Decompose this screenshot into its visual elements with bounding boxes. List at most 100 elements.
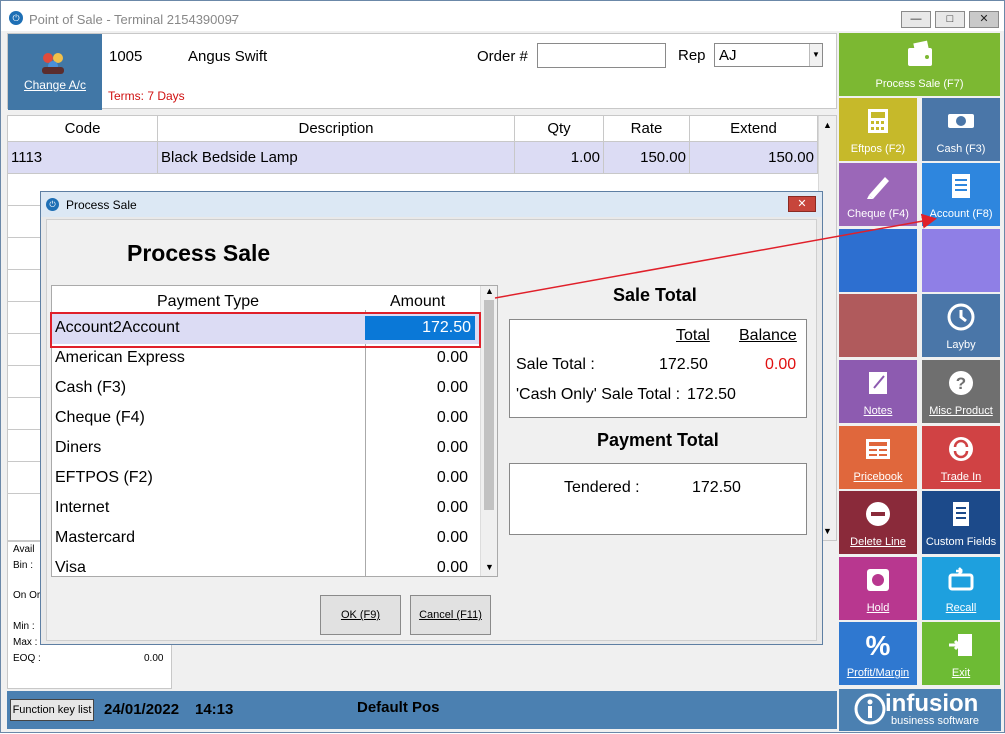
dialog-title: Process Sale xyxy=(66,198,137,212)
chevron-up-icon[interactable]: ▲ xyxy=(485,286,494,296)
max-label: Max : xyxy=(13,637,38,648)
payment-row[interactable]: Diners 0.00 xyxy=(52,434,480,464)
account-code: 1005 xyxy=(109,48,143,65)
account-header: Change A/c 1005 Angus Swift Terms: 7 Day… xyxy=(7,33,837,110)
blank-tile[interactable] xyxy=(922,229,1000,292)
table-row[interactable]: 1113 Black Bedside Lamp 1.00 150.00 150.… xyxy=(8,142,818,174)
cheque-tile[interactable]: Cheque (F4) xyxy=(839,163,917,226)
grid-line xyxy=(8,301,41,302)
sale-total-heading: Sale Total xyxy=(613,285,697,305)
clock-icon xyxy=(947,303,975,331)
payment-row[interactable]: Cheque (F4) 0.00 xyxy=(52,404,480,434)
cash-tile[interactable]: Cash (F3) xyxy=(922,98,1000,161)
payment-row[interactable]: Internet 0.00 xyxy=(52,494,480,524)
payment-table-scrollbar[interactable]: ▲ ▼ xyxy=(480,286,497,576)
payment-row[interactable]: Mastercard 0.00 xyxy=(52,524,480,554)
ok-button-label: OK (F9) xyxy=(340,609,381,621)
dialog-heading: Process Sale xyxy=(127,240,271,266)
payment-name: Cash (F3) xyxy=(55,379,127,396)
cheque-label: Cheque (F4) xyxy=(847,208,909,220)
grid-line xyxy=(8,429,41,430)
dialog-close-button[interactable]: ✕ xyxy=(788,196,816,212)
cash-only-value: 172.50 xyxy=(687,386,736,403)
blank-tile[interactable] xyxy=(839,294,917,357)
payment-total-box: Tendered : 172.50 xyxy=(509,463,807,535)
chevron-up-icon[interactable]: ▲ xyxy=(823,120,832,130)
min-label: Min : xyxy=(13,621,35,632)
notepad-icon xyxy=(869,372,887,394)
order-label: Order # xyxy=(477,48,528,65)
custom-fields-tile[interactable]: Custom Fields xyxy=(922,491,1000,554)
payment-amount: 0.00 xyxy=(436,409,468,426)
pen-icon xyxy=(867,177,889,199)
cash-label: Cash (F3) xyxy=(936,143,986,155)
chevron-down-icon[interactable]: ▼ xyxy=(823,526,832,536)
recall-tile[interactable]: Recall xyxy=(922,557,1000,620)
hold-label: Hold xyxy=(866,602,890,614)
account-tile[interactable]: Account (F8) xyxy=(922,163,1000,226)
custom-fields-label: Custom Fields xyxy=(925,536,997,548)
scrollbar-thumb[interactable] xyxy=(484,300,494,510)
payment-amount: 0.00 xyxy=(436,379,468,396)
dialog-title-bar: ⏻ Process Sale ✕ xyxy=(41,192,822,217)
stop-icon xyxy=(867,569,889,591)
function-key-list-button[interactable]: Function key list xyxy=(10,699,94,721)
app-icon: ⏻ xyxy=(9,11,23,25)
column-extend[interactable]: Extend xyxy=(690,116,818,142)
hold-tile[interactable]: Hold xyxy=(839,557,917,620)
process-sale-tile[interactable]: Process Sale (F7) xyxy=(839,33,1000,96)
pricebook-label: Pricebook xyxy=(853,471,903,483)
profit-margin-tile[interactable]: % Profit/Margin xyxy=(839,622,917,685)
misc-product-tile[interactable]: ? Misc Product xyxy=(922,360,1000,423)
list-icon xyxy=(953,502,969,526)
layby-tile[interactable]: Layby xyxy=(922,294,1000,357)
layby-label: Layby xyxy=(946,339,976,351)
payment-row[interactable]: Visa 0.00 xyxy=(52,554,480,576)
column-qty[interactable]: Qty xyxy=(515,116,604,142)
cancel-button[interactable]: Cancel (F11) xyxy=(410,595,491,635)
account-terms: Terms: 7 Days xyxy=(108,89,185,103)
delete-line-tile[interactable]: Delete Line xyxy=(839,491,917,554)
change-account-button[interactable]: Change A/c xyxy=(8,34,102,110)
sale-total-value: 172.50 xyxy=(659,356,708,373)
restore-button[interactable]: □ xyxy=(935,11,965,28)
window-title-suffix: - xyxy=(231,12,236,27)
highlight-box xyxy=(50,312,481,348)
delete-line-label: Delete Line xyxy=(850,536,906,548)
trade-in-tile[interactable]: Trade In xyxy=(922,426,1000,489)
misc-product-label: Misc Product xyxy=(929,405,993,417)
process-sale-label: Process Sale (F7) xyxy=(875,78,964,90)
payment-row[interactable]: EFTPOS (F2) 0.00 xyxy=(52,464,480,494)
notes-label: Notes xyxy=(863,405,893,417)
notes-tile[interactable]: Notes xyxy=(839,360,917,423)
payment-type-header: Payment Type xyxy=(157,293,259,310)
payment-row[interactable]: Cash (F3) 0.00 xyxy=(52,374,480,404)
chevron-down-icon[interactable]: ▼ xyxy=(485,562,494,572)
blank-tile[interactable] xyxy=(839,229,917,292)
dropdown-arrow-icon[interactable]: ▼ xyxy=(809,44,822,66)
eftpos-tile[interactable]: Eftpos (F2) xyxy=(839,98,917,161)
eftpos-label: Eftpos (F2) xyxy=(850,143,906,155)
payment-name: Diners xyxy=(55,439,102,456)
ok-button[interactable]: OK (F9) xyxy=(320,595,401,635)
order-number-input[interactable] xyxy=(537,43,666,68)
profit-margin-label: Profit/Margin xyxy=(846,667,910,679)
column-rate[interactable]: Rate xyxy=(604,116,690,142)
payment-row[interactable]: American Express 0.00 xyxy=(52,344,480,374)
trade-in-label: Trade In xyxy=(940,471,982,483)
svg-text:?: ? xyxy=(956,374,966,393)
avail-label: Avail xyxy=(13,544,35,555)
window-title: Point of Sale - Terminal 2154390097 xyxy=(29,12,240,27)
pricebook-tile[interactable]: Pricebook xyxy=(839,426,917,489)
exit-label: Exit xyxy=(951,667,971,679)
grid-line xyxy=(8,205,41,206)
close-button[interactable]: ✕ xyxy=(969,11,999,28)
column-code[interactable]: Code xyxy=(8,116,158,142)
exit-tile[interactable]: Exit xyxy=(922,622,1000,685)
rep-select[interactable]: AJ ▼ xyxy=(714,43,823,67)
logo-brand: infusion xyxy=(885,690,979,717)
grid-line xyxy=(8,237,41,238)
minimize-button[interactable]: — xyxy=(901,11,931,28)
column-description[interactable]: Description xyxy=(158,116,515,142)
payment-name: Internet xyxy=(55,499,110,516)
